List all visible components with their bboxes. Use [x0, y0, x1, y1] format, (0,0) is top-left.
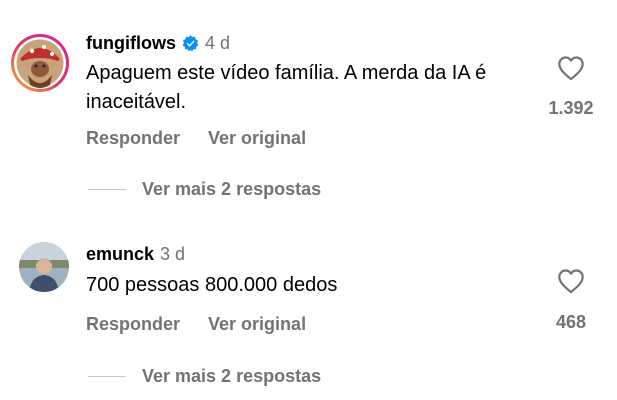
heart-outline-icon[interactable] — [557, 55, 585, 81]
view-more-replies-label: Ver mais 2 respostas — [142, 179, 322, 199]
comment-actions: Responder Ver original — [86, 128, 306, 149]
heart-outline-icon[interactable] — [557, 268, 585, 294]
username[interactable]: emunck — [86, 244, 154, 265]
reply-button[interactable]: Responder — [86, 314, 180, 335]
see-original-button[interactable]: Ver original — [208, 128, 306, 149]
timestamp: 3 d — [160, 244, 186, 264]
username[interactable]: fungiflows — [86, 33, 176, 54]
divider-line — [88, 189, 126, 190]
comment-header: fungiflows 4 d — [86, 33, 230, 54]
timestamp: 4 d — [204, 33, 231, 53]
like-count: 1.392 — [548, 98, 594, 118]
verified-badge-icon — [182, 35, 199, 52]
divider-line — [88, 376, 126, 377]
comment-header: emunck 3 d — [86, 244, 185, 265]
comment-text: Apaguem este vídeo família. A merda da I… — [86, 62, 487, 113]
see-original-button[interactable]: Ver original — [208, 314, 306, 335]
reply-button[interactable]: Responder — [86, 128, 180, 149]
comment-actions: Responder Ver original — [86, 314, 306, 335]
view-more-replies-button[interactable]: Ver mais 2 respostas — [88, 366, 321, 387]
avatar[interactable] — [10, 33, 70, 93]
view-more-replies-label: Ver mais 2 respostas — [142, 366, 322, 386]
like-count: 468 — [555, 312, 587, 332]
view-more-replies-button[interactable]: Ver mais 2 respostas — [88, 179, 321, 200]
avatar[interactable] — [19, 242, 69, 292]
comment-text: 700 pessoas 800.000 dedos — [86, 274, 338, 296]
